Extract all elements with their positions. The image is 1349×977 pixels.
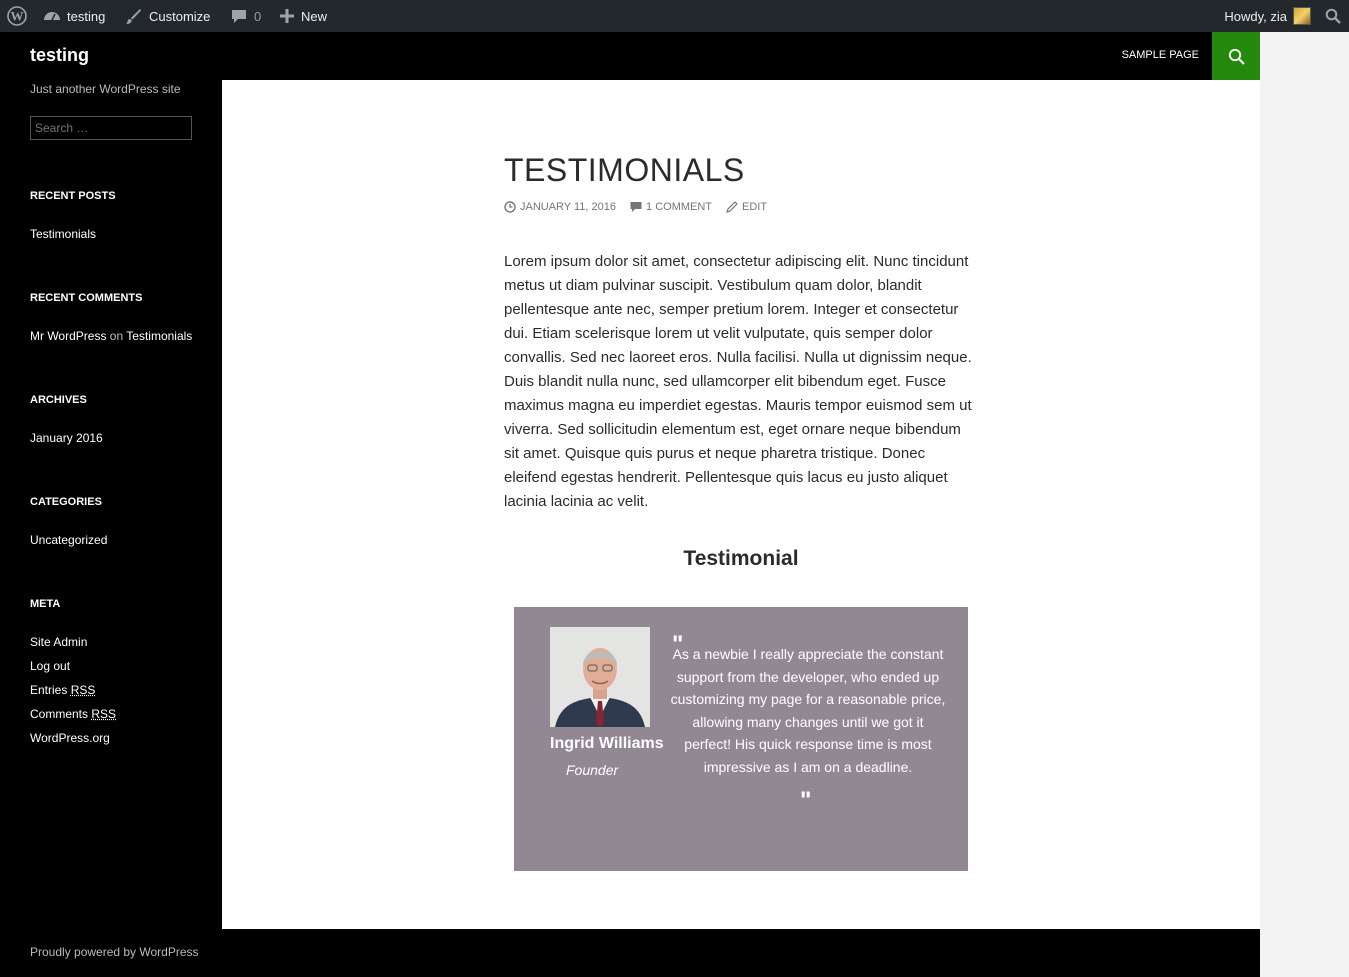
category-link[interactable]: Uncategorized	[30, 533, 107, 547]
recent-post-link[interactable]: Testimonials	[30, 227, 96, 241]
footer-bar	[222, 929, 1260, 977]
categories-title: CATEGORIES	[30, 496, 102, 508]
admin-bar-customize[interactable]: Customize	[125, 0, 210, 32]
meta-wordpress-org[interactable]: WordPress.org	[30, 731, 110, 745]
meta-title: META	[30, 598, 61, 610]
admin-bar-comments-count: 0	[254, 8, 262, 24]
archive-link[interactable]: January 2016	[30, 431, 103, 445]
header-search-button[interactable]	[1212, 32, 1260, 80]
testimonial-quote: As a newbie I really appreciate the cons…	[670, 646, 946, 775]
admin-bar-new[interactable]: New	[280, 0, 327, 32]
svg-text:W: W	[11, 9, 24, 24]
admin-bar-customize-label: Customize	[149, 8, 211, 24]
admin-bar-site-name: testing	[67, 8, 106, 24]
recent-posts-title: RECENT POSTS	[30, 190, 116, 202]
nav-sample-page[interactable]: SAMPLE PAGE	[1122, 49, 1199, 61]
footer-credit[interactable]: Proudly powered by WordPress	[30, 945, 199, 959]
sidebar-search-input[interactable]	[30, 116, 192, 140]
meta-entries-rss-abbr: RSS	[70, 683, 96, 697]
meta-comments-rss[interactable]: Comments RSS	[30, 707, 116, 721]
testimonial-name: Ingrid Williams	[550, 735, 664, 752]
testimonial-role: Founder	[566, 762, 619, 778]
main-content: TESTIMONIALS JANUARY 11, 2016 1 COMMENT …	[222, 80, 1260, 929]
pencil-icon	[726, 201, 738, 213]
admin-bar-new-label: New	[301, 8, 328, 24]
entry-edit-text: EDIT	[742, 201, 768, 213]
admin-bar: W testing Customize 0 New Howdy, zia	[0, 0, 1349, 32]
testimonial-heading: Testimonial	[683, 547, 799, 570]
testimonial-card: Ingrid Williams Founder " As a newbie I …	[514, 607, 968, 871]
dashboard-icon	[44, 12, 60, 21]
site-description: Just another WordPress site	[30, 82, 181, 96]
site-title[interactable]: testing	[30, 45, 89, 66]
recent-comment-on: on	[109, 329, 124, 343]
entry-comments[interactable]: 1 COMMENT	[630, 201, 712, 213]
recent-comments-title: RECENT COMMENTS	[30, 292, 143, 304]
entry-body: Lorem ipsum dolor sit amet, consectetur …	[504, 253, 972, 510]
recent-comment-author[interactable]: Mr WordPress	[30, 329, 106, 343]
meta-comments-rss-abbr: RSS	[91, 707, 117, 721]
page-title: TESTIMONIALS	[504, 152, 745, 188]
wordpress-logo-icon[interactable]: W	[7, 0, 27, 32]
meta-log-out[interactable]: Log out	[30, 659, 70, 673]
search-icon	[1228, 48, 1245, 65]
admin-bar-account[interactable]: Howdy, zia	[1224, 0, 1311, 32]
entry-date-text: JANUARY 11, 2016	[520, 201, 617, 213]
sidebar: testing Just another WordPress site RECE…	[0, 32, 222, 977]
howdy-text: Howdy, zia	[1224, 8, 1287, 24]
recent-comment-item: Mr WordPress on Testimonials	[30, 329, 192, 343]
paintbrush-icon	[126, 8, 141, 24]
entry-comments-text: 1 COMMENT	[646, 201, 713, 213]
entry-date[interactable]: JANUARY 11, 2016	[504, 201, 616, 213]
testimonial-photo	[550, 627, 650, 727]
comment-bubble-icon	[232, 10, 246, 23]
entry-edit[interactable]: EDIT	[726, 201, 767, 213]
admin-bar-site-link[interactable]: testing	[43, 0, 105, 32]
close-quote-icon: "	[800, 787, 812, 814]
meta-entries-label: Entries	[30, 683, 68, 697]
avatar	[1293, 7, 1311, 25]
admin-bar-comments[interactable]: 0	[231, 0, 261, 32]
comment-icon	[630, 202, 642, 212]
masthead: SAMPLE PAGE	[222, 32, 1260, 80]
clock-icon	[504, 201, 516, 213]
recent-comment-post[interactable]: Testimonials	[126, 329, 192, 343]
meta-site-admin[interactable]: Site Admin	[30, 635, 87, 649]
meta-entries-rss[interactable]: Entries RSS	[30, 683, 95, 697]
admin-bar-search-icon[interactable]	[1325, 0, 1341, 32]
entry-meta: JANUARY 11, 2016 1 COMMENT EDIT	[504, 201, 781, 213]
meta-comments-label: Comments	[30, 707, 89, 721]
archives-title: ARCHIVES	[30, 394, 87, 406]
plus-icon	[280, 9, 294, 23]
